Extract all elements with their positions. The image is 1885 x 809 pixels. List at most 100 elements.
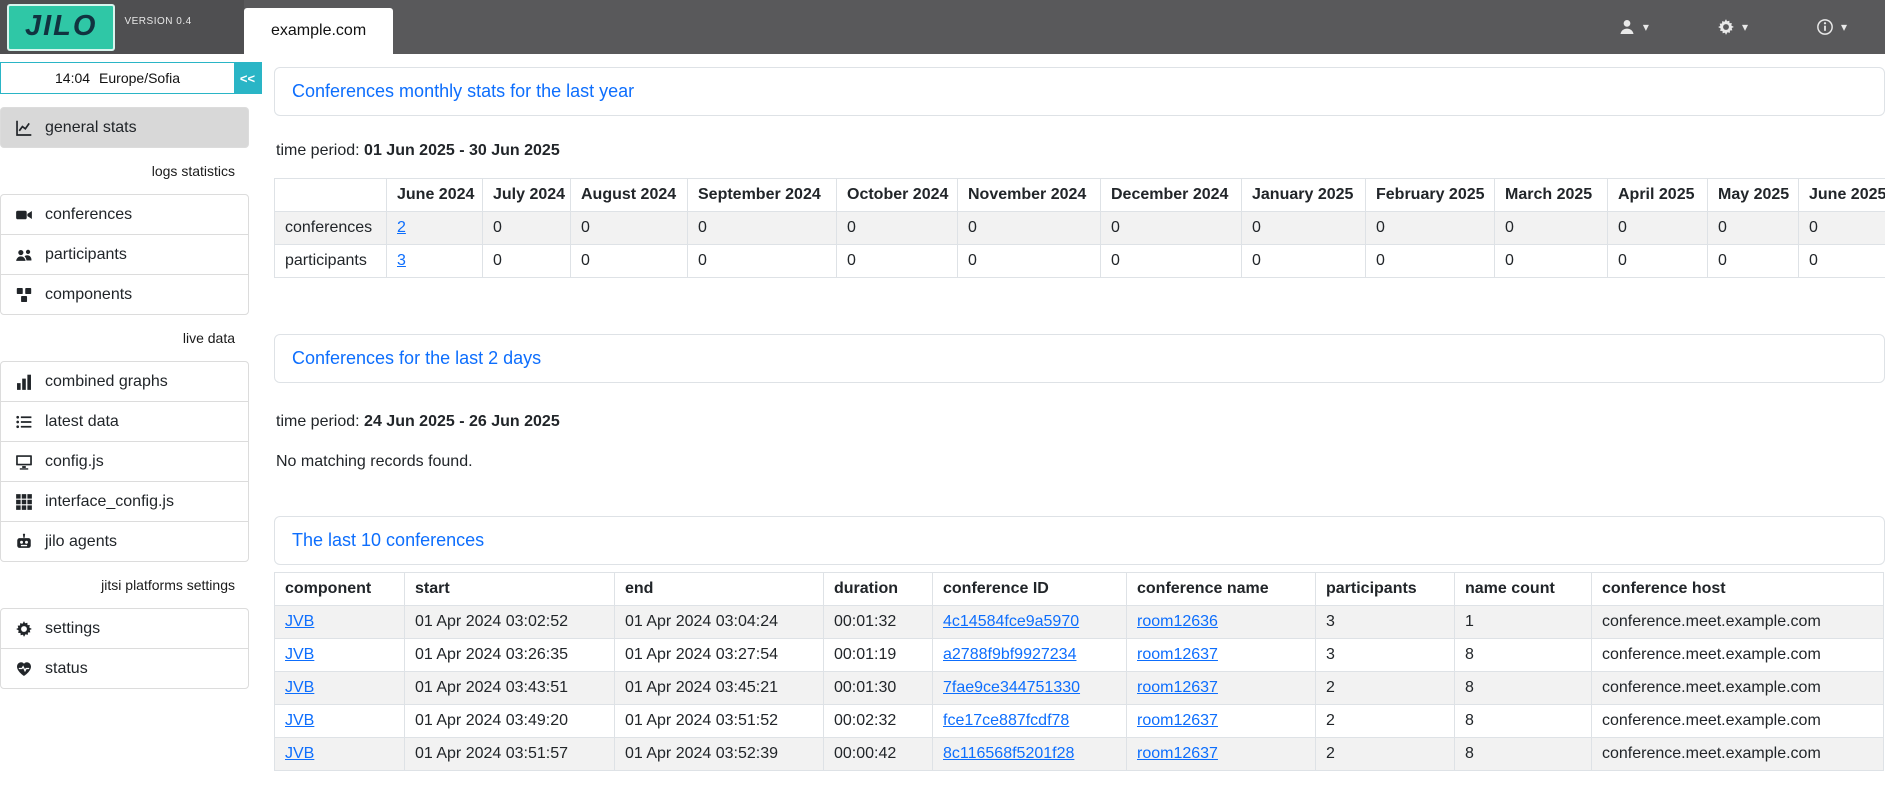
table-cell: 0 [1101, 245, 1242, 278]
last-10-title[interactable]: The last 10 conferences [292, 530, 484, 550]
conference-id-link[interactable]: fce17ce887fcdf78 [943, 712, 1069, 729]
sidebar-collapse-button[interactable]: << [234, 63, 261, 93]
conference-id-link[interactable]: 7fae9ce344751330 [943, 679, 1080, 696]
table-cell: 0 [1366, 245, 1495, 278]
conference-id-link[interactable]: 8c116568f5201f28 [943, 745, 1074, 762]
settings-menu-button[interactable]: ▾ [1707, 10, 1758, 44]
table-cell: 0 [1366, 212, 1495, 245]
component-link[interactable]: JVB [285, 646, 314, 663]
topbar-menus: ▾ ▾ ▾ [1608, 0, 1885, 54]
desktop-icon [15, 453, 33, 471]
sidebar-item-label: status [45, 660, 88, 678]
bar-chart-icon [15, 373, 33, 391]
sidebar-item-conferences[interactable]: conferences [0, 194, 249, 235]
conference-name-link[interactable]: room12637 [1137, 646, 1218, 663]
sidebar-item-latest-data[interactable]: latest data [0, 401, 249, 442]
table-cell: 01 Apr 2024 03:49:20 [405, 705, 615, 738]
users-icon [15, 246, 33, 264]
table-row: JVB 01 Apr 2024 03:49:2001 Apr 2024 03:51… [275, 705, 1884, 738]
sidebar-item-status[interactable]: status [0, 648, 249, 689]
conference-id-link[interactable]: a2788f9bf9927234 [943, 646, 1076, 663]
table-cell: 0 [688, 245, 837, 278]
column-header [275, 179, 387, 212]
table-cell: 3 [1316, 639, 1455, 672]
table-cell: 01 Apr 2024 03:51:52 [615, 705, 824, 738]
time-period-value: 24 Jun 2025 - 26 Jun 2025 [364, 413, 560, 430]
sidebar-item-label: latest data [45, 413, 119, 431]
table-cell: 7fae9ce344751330 [933, 672, 1127, 705]
list-icon [15, 413, 33, 431]
component-link[interactable]: JVB [285, 679, 314, 696]
table-cell: JVB [275, 672, 405, 705]
sidebar-item-general-stats[interactable]: general stats [0, 107, 249, 148]
table-cell: conference.meet.example.com [1592, 606, 1884, 639]
sidebar-item-jilo-agents[interactable]: jilo agents [0, 521, 249, 562]
table-cell: 8 [1455, 672, 1592, 705]
video-camera-icon [15, 206, 33, 224]
table-row: participants3000000000000 [275, 245, 1885, 278]
table-cell: 00:00:42 [824, 738, 933, 771]
column-header: January 2025 [1242, 179, 1366, 212]
table-cell: 0 [1608, 245, 1708, 278]
caret-down-icon: ▾ [1643, 21, 1649, 33]
info-menu-button[interactable]: ▾ [1806, 10, 1857, 44]
conference-name-link[interactable]: room12637 [1137, 712, 1218, 729]
table-cell: room12637 [1127, 705, 1316, 738]
sidebar-item-components[interactable]: components [0, 274, 249, 315]
table-row: JVB01 Apr 2024 03:51:5701 Apr 2024 03:52… [275, 738, 1884, 771]
conference-id-link[interactable]: 4c14584fce9a5970 [943, 613, 1079, 630]
conference-name-link[interactable]: room12637 [1137, 745, 1218, 762]
section-monthly-stats: Conferences monthly stats for the last y… [274, 67, 1885, 278]
sidebar: 14:04 Europe/Sofia << general statslogs … [0, 54, 262, 809]
jilo-logo[interactable]: JILO [7, 4, 115, 51]
table-cell: 0 [483, 245, 571, 278]
no-records-message: No matching records found. [276, 453, 1885, 471]
topbar-brand-area: JILO VERSION 0.4 [0, 0, 244, 54]
last-2-days-card-header: Conferences for the last 2 days [274, 334, 1885, 383]
table-cell: 0 [1242, 212, 1366, 245]
component-link[interactable]: JVB [285, 613, 314, 630]
conference-name-link[interactable]: room12637 [1137, 679, 1218, 696]
sidebar-group: combined graphs latest data config.js inter… [0, 361, 249, 562]
column-header: February 2025 [1366, 179, 1495, 212]
sidebar-item-settings[interactable]: settings [0, 608, 249, 649]
info-icon [1816, 18, 1834, 36]
sidebar-item-config-js[interactable]: config.js [0, 441, 249, 482]
component-link[interactable]: JVB [285, 745, 314, 762]
time-period-label: time period: [276, 142, 360, 159]
table-cell: 01 Apr 2024 03:51:57 [405, 738, 615, 771]
sidebar-item-label: config.js [45, 453, 104, 471]
table-header-row: componentstartenddurationconference IDco… [275, 573, 1884, 606]
tab-example-com[interactable]: example.com [244, 8, 393, 54]
column-header: August 2024 [571, 179, 688, 212]
last-2-days-time-period: time period: 24 Jun 2025 - 26 Jun 2025 [276, 413, 1885, 431]
sidebar-section-label-logs-statistics: logs statistics [0, 148, 262, 181]
column-header: end [615, 573, 824, 606]
sidebar-item-interface-config-js[interactable]: interface_config.js [0, 481, 249, 522]
column-header: June 2025 [1799, 179, 1885, 212]
monthly-stats-title[interactable]: Conferences monthly stats for the last y… [292, 81, 634, 101]
page-layout: 14:04 Europe/Sofia << general statslogs … [0, 54, 1885, 809]
clock-timezone: Europe/Sofia [99, 70, 180, 86]
last-10-card-header: The last 10 conferences [274, 516, 1885, 565]
time-period-label: time period: [276, 413, 360, 430]
sidebar-item-label: combined graphs [45, 373, 168, 391]
main-content: Conferences monthly stats for the last y… [262, 54, 1885, 809]
sidebar-item-combined-graphs[interactable]: combined graphs [0, 361, 249, 402]
conference-name-link[interactable]: room12636 [1137, 613, 1218, 630]
last-2-days-title[interactable]: Conferences for the last 2 days [292, 348, 541, 368]
user-menu-button[interactable]: ▾ [1608, 10, 1659, 44]
table-cell: 0 [1242, 245, 1366, 278]
table-cell: room12637 [1127, 639, 1316, 672]
table-cell: 0 [1708, 212, 1799, 245]
table-cell: 01 Apr 2024 03:27:54 [615, 639, 824, 672]
table-cell: 00:02:32 [824, 705, 933, 738]
stat-link[interactable]: 2 [397, 219, 406, 236]
table-cell: 0 [958, 245, 1101, 278]
column-header: December 2024 [1101, 179, 1242, 212]
sidebar-group: general stats [0, 107, 249, 148]
stat-link[interactable]: 3 [397, 252, 406, 269]
table-cell: 0 [1495, 245, 1608, 278]
component-link[interactable]: JVB [285, 712, 314, 729]
sidebar-item-participants[interactable]: participants [0, 234, 249, 275]
